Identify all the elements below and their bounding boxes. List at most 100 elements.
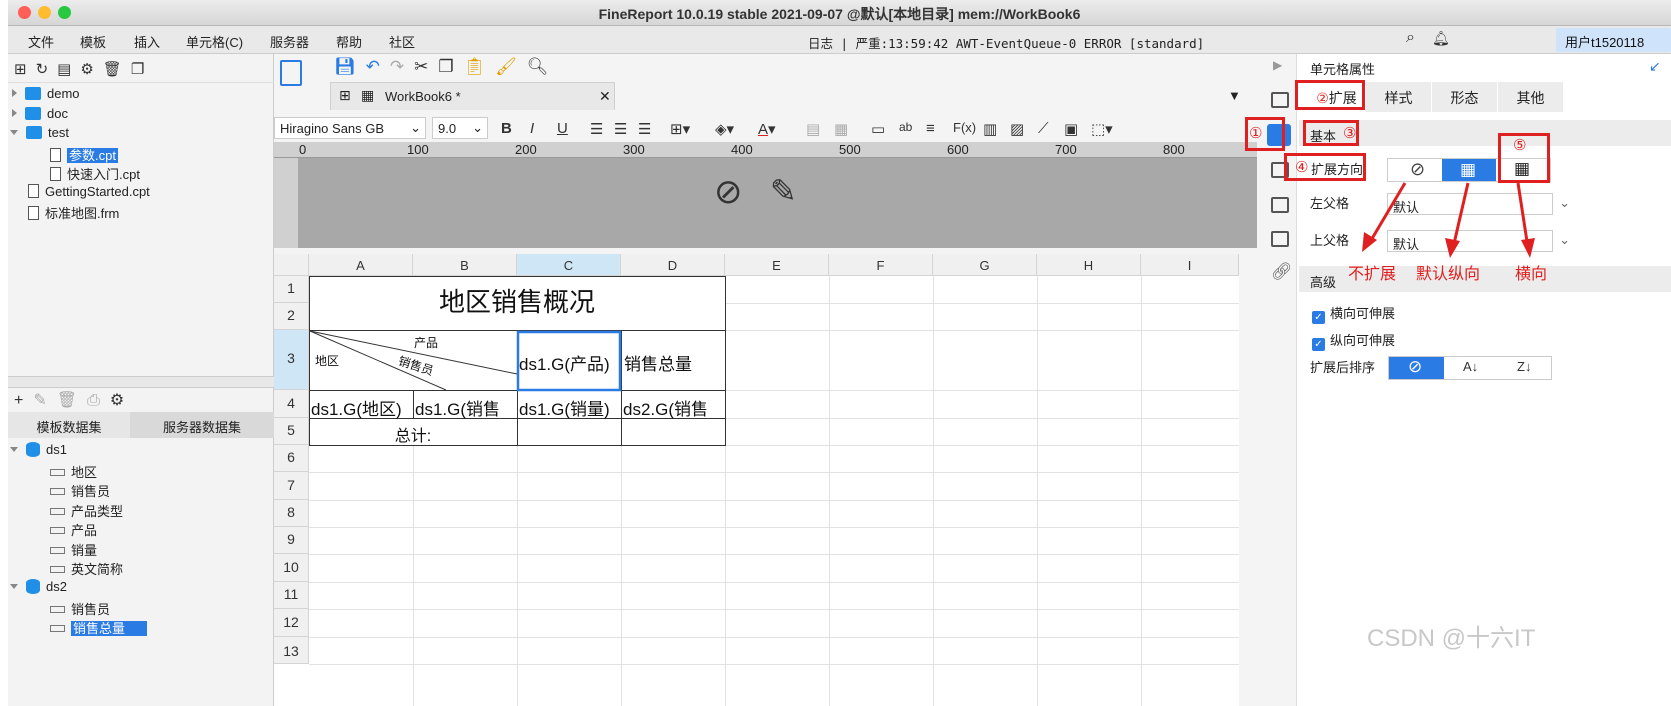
menu-template[interactable]: 模板	[80, 32, 106, 51]
cell-c3[interactable]: ds1.G(产品)	[519, 350, 621, 375]
tree-file-map[interactable]: 标准地图.frm	[28, 203, 119, 222]
notification-bell-icon[interactable]: 🔔︎	[1432, 30, 1450, 47]
merge-icon[interactable]: ▤	[806, 120, 820, 138]
font-name-select[interactable]: Hiragino Sans GB ⌄	[274, 117, 426, 139]
vertical-stretch-checkbox[interactable]: ✓ 纵向可伸展	[1312, 330, 1395, 351]
tree-file-gettingstarted[interactable]: GettingStarted.cpt	[28, 184, 150, 199]
cell-b4[interactable]: ds1.G(销售	[415, 395, 517, 420]
cut-icon[interactable]: ✂	[414, 57, 438, 76]
field-item[interactable]: 销售员	[50, 599, 110, 618]
log-status[interactable]: 日志 | 严重:13:59:42 AWT-EventQueue-0 ERROR …	[808, 33, 1204, 52]
refresh-icon[interactable]: ↻	[36, 61, 58, 78]
insert-formula-icon[interactable]: F(x)	[953, 120, 976, 135]
undo-icon[interactable]: ↶	[366, 57, 390, 76]
spreadsheet-grid[interactable]: A B C D E F G H I 1 2 3 4 5 6 7 8 9 10 1…	[274, 254, 1257, 706]
insert-chart-icon[interactable]: ▥	[983, 120, 997, 138]
insert-text-icon[interactable]: ▭	[871, 120, 885, 138]
insert-subreport-icon[interactable]: ▣	[1064, 120, 1078, 138]
field-item[interactable]: 销售员	[50, 481, 110, 500]
tab-template-dataset[interactable]: 模板数据集	[8, 412, 130, 438]
left-parent-select[interactable]: 默认 ⌄	[1387, 193, 1570, 215]
find-icon[interactable]: 🔍︎	[527, 57, 559, 76]
field-item[interactable]: 英文简称	[50, 559, 123, 578]
insert-richtext-icon[interactable]: ≡	[926, 120, 935, 137]
tree-folder-test[interactable]: test	[10, 125, 69, 140]
cell-d4[interactable]: ds2.G(销售	[623, 395, 725, 420]
unmerge-icon[interactable]: ▦	[834, 120, 848, 138]
splitter[interactable]	[8, 376, 274, 388]
italic-icon[interactable]: I	[530, 120, 534, 137]
insert-image-icon[interactable]: ▨	[1010, 120, 1024, 138]
field-item[interactable]: 产品类型	[50, 501, 123, 520]
field-item[interactable]: 销售总量	[50, 618, 148, 637]
file-tab[interactable]: ⊞ ▦ WorkBook6 * ✕	[330, 82, 615, 110]
insert-label-icon[interactable]: ab	[899, 120, 912, 134]
top-parent-select[interactable]: 默认 ⌄	[1387, 230, 1570, 252]
tab-other[interactable]: 其他	[1498, 82, 1564, 112]
field-item[interactable]: 销量	[50, 540, 97, 559]
cell-total-label[interactable]: 总计:	[309, 422, 517, 446]
widget-settings-icon[interactable]	[1271, 197, 1289, 213]
horizontal-stretch-checkbox[interactable]: ✓ 横向可伸展	[1312, 303, 1395, 324]
menu-file[interactable]: 文件	[28, 32, 54, 51]
align-left-icon[interactable]: ☰	[590, 120, 603, 138]
menu-help[interactable]: 帮助	[336, 32, 362, 51]
tree-folder-demo[interactable]: demo	[12, 86, 80, 101]
vertical-scrollbar[interactable]	[1239, 254, 1257, 706]
delete-icon[interactable]: 🗑︎	[103, 61, 131, 78]
tab-format[interactable]: 形态	[1432, 82, 1498, 112]
align-center-icon[interactable]: ☰	[614, 120, 627, 138]
cell-c4[interactable]: ds1.G(销量)	[519, 395, 621, 420]
delete-icon[interactable]: 🗑︎	[57, 392, 87, 409]
expand-icon[interactable]: ▼	[1228, 88, 1241, 103]
search-icon[interactable]: ⌕	[1406, 29, 1415, 47]
report-title[interactable]: 地区销售概况	[309, 282, 725, 319]
menu-server[interactable]: 服务器	[270, 32, 309, 51]
new-folder-icon[interactable]: ⊞	[14, 61, 36, 78]
sort-ascending-icon[interactable]: A↓	[1463, 359, 1478, 374]
field-item[interactable]: 地区	[50, 462, 97, 481]
sort-descending-icon[interactable]: Z↓	[1517, 359, 1531, 374]
user-account[interactable]: 用户t1520118	[1556, 28, 1671, 52]
collapse-arrow-icon[interactable]: ▶	[1273, 58, 1282, 72]
insert-slash-icon[interactable]: ⟋	[1038, 120, 1049, 137]
tab-style[interactable]: 样式	[1366, 82, 1432, 112]
border-icon[interactable]: ⊞▾	[670, 120, 690, 138]
dataset-settings-icon[interactable]: ⚙	[110, 392, 134, 409]
close-tab-icon[interactable]: ✕	[599, 88, 611, 105]
no-sort-button[interactable]: ⊘	[1389, 357, 1444, 379]
pencil-icon[interactable]: ✎	[770, 172, 797, 210]
copy-icon[interactable]: ❐	[131, 61, 153, 78]
hyperlink-icon[interactable]: 🔗︎	[1271, 262, 1293, 282]
font-color-icon[interactable]: A▾	[758, 120, 776, 138]
tab-server-dataset[interactable]: 服务器数据集	[130, 412, 274, 438]
fill-color-icon[interactable]: ◈▾	[715, 120, 734, 138]
settings-icon[interactable]: ⚙	[80, 61, 102, 78]
underline-icon[interactable]: U	[557, 120, 568, 137]
hide-icon[interactable]: ⊘	[714, 172, 743, 212]
tree-file-params[interactable]: 参数.cpt	[50, 145, 118, 164]
bold-icon[interactable]: B	[501, 120, 512, 137]
align-right-icon[interactable]: ☰	[638, 120, 651, 138]
pin-icon[interactable]: ↙	[1649, 58, 1661, 75]
copy-icon[interactable]: ❐	[438, 57, 463, 76]
cell-d3[interactable]: 销售总量	[624, 350, 724, 375]
edit-icon[interactable]: ✎	[33, 392, 56, 409]
tree-file-quickstart[interactable]: 快速入门.cpt	[50, 164, 140, 183]
dataset-ds1[interactable]: ds1	[10, 442, 67, 457]
font-size-select[interactable]: 9.0 ⌄	[432, 117, 488, 139]
menu-insert[interactable]: 插入	[134, 32, 160, 51]
add-dataset-icon[interactable]: +	[14, 392, 33, 409]
condition-attribute-icon[interactable]	[1271, 231, 1289, 247]
insert-floating-icon[interactable]: ⬚▾	[1091, 120, 1113, 138]
no-expand-icon[interactable]: ⊘	[1410, 159, 1425, 180]
format-painter-icon[interactable]: 🖌︎	[495, 57, 527, 76]
field-item[interactable]: 产品	[50, 520, 97, 539]
vertical-expand-button[interactable]: ▦	[1442, 159, 1496, 181]
menu-community[interactable]: 社区	[389, 32, 415, 51]
menu-cell[interactable]: 单元格(C)	[186, 32, 243, 51]
preview-icon[interactable]: ⎙	[87, 392, 110, 409]
cell-a4[interactable]: ds1.G(地区)	[311, 395, 413, 420]
tree-folder-doc[interactable]: doc	[12, 106, 68, 121]
paste-icon[interactable]: 📋︎	[464, 57, 496, 76]
